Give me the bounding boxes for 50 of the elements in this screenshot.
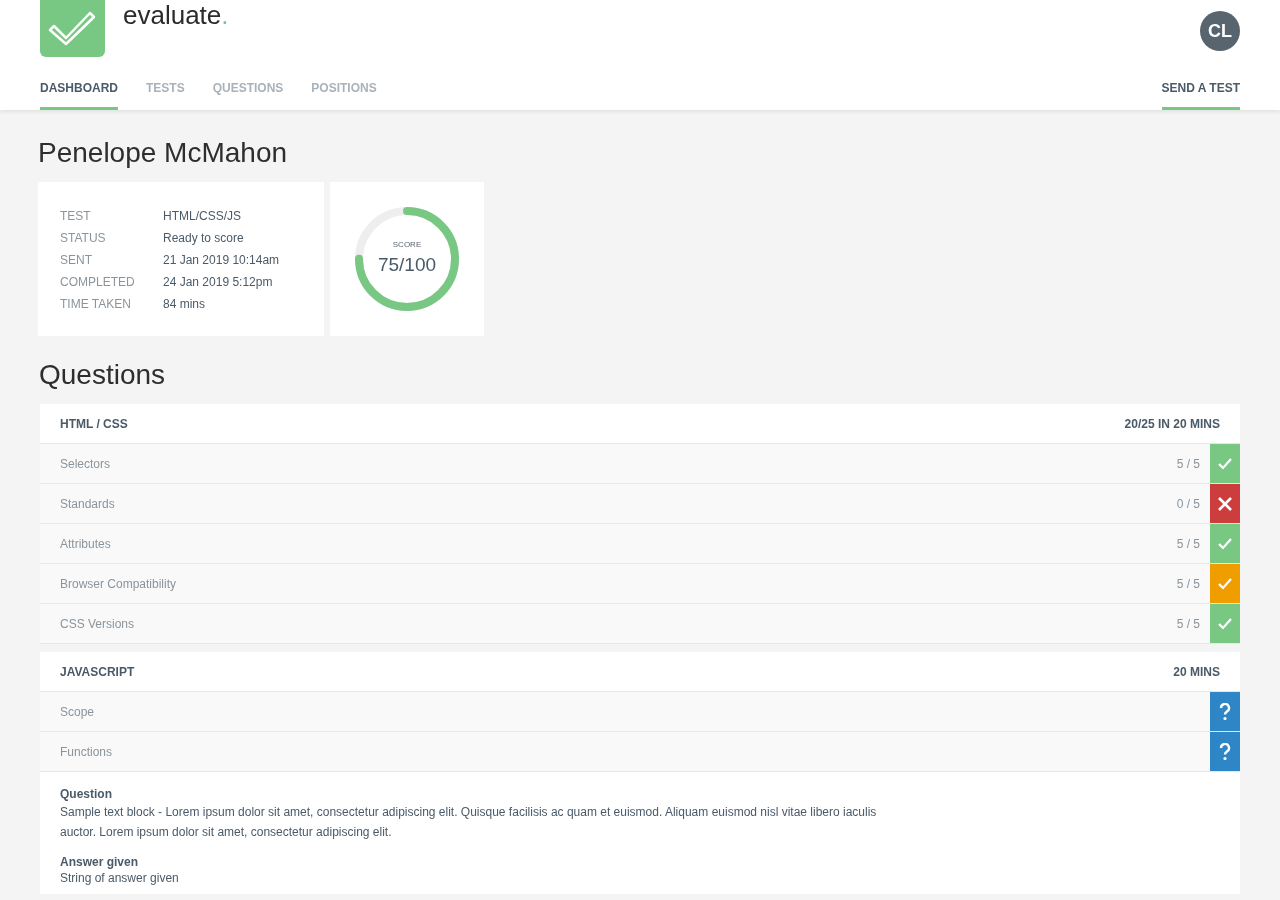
- question-icon: [1219, 742, 1231, 761]
- answer-text: String of answer given: [60, 870, 180, 886]
- section-summary: 20/25 IN 20 MINS: [1124, 415, 1220, 432]
- detail-value: 84 mins: [163, 296, 206, 312]
- nav-tab[interactable]: TESTS: [146, 70, 185, 110]
- score-label: SCORE: [392, 238, 422, 251]
- answer-label: Answer given: [60, 854, 140, 870]
- detail-label: TEST: [60, 208, 92, 224]
- question-row[interactable]: Attributes 5 / 5: [40, 524, 1240, 564]
- question-score: 5 / 5: [1176, 615, 1201, 632]
- question-row[interactable]: Standards 0 / 5: [40, 484, 1240, 524]
- questions-heading: Questions: [39, 358, 167, 392]
- question-text: Sample text block - Lorem ipsum dolor sit amet, consectetur adipiscing elit. Quisque facilisis ac quam et euismod. Aliquam euismod nisl vitae libero iaculis auctor. Lorem ipsum dolor sit amet, consectetur adipiscing elit.: [60, 804, 878, 841]
- question-score: 5 / 5: [1176, 575, 1201, 592]
- detail-value: Ready to score: [163, 230, 244, 246]
- question-row[interactable]: Scope: [40, 692, 1240, 732]
- avatar[interactable]: CL: [1200, 11, 1240, 51]
- question-score: 5 / 5: [1176, 455, 1201, 472]
- question-name: Attributes: [59, 535, 112, 552]
- detail-label: SENT: [60, 252, 93, 268]
- detail-label: TIME TAKEN: [60, 296, 132, 312]
- question-name: Browser Compatibility: [59, 575, 178, 592]
- send-test-link[interactable]: SEND A TEST: [1161, 70, 1240, 110]
- question-row[interactable]: Browser Compatibility 5 / 5: [40, 564, 1240, 604]
- question-name: Selectors: [59, 455, 112, 472]
- section-summary: 20 MINS: [1173, 663, 1220, 680]
- section-title: HTML / CSS: [60, 415, 128, 432]
- detail-label: COMPLETED: [60, 274, 136, 290]
- brand-name: evaluate.: [123, 0, 229, 32]
- question-row[interactable]: Functions: [40, 732, 1240, 772]
- question-name: Scope: [59, 703, 96, 720]
- detail-value: 24 Jan 2019 5:12pm: [163, 274, 273, 290]
- question-score: 0 / 5: [1176, 495, 1201, 512]
- question-name: Standards: [59, 495, 116, 512]
- section-title: JAVASCRIPT: [60, 663, 135, 680]
- detail-value: HTML/CSS/JS: [163, 208, 241, 224]
- nav-tab[interactable]: DASHBOARD: [40, 70, 118, 110]
- question-row[interactable]: Selectors 5 / 5: [40, 444, 1240, 484]
- score-value: 75/100: [377, 252, 437, 277]
- question-label: Question: [60, 786, 113, 802]
- detail-value: 21 Jan 2019 10:14am: [163, 252, 280, 268]
- question-row[interactable]: CSS Versions 5 / 5: [40, 604, 1240, 644]
- question-icon: [1219, 702, 1231, 721]
- question-score: 5 / 5: [1176, 535, 1201, 552]
- nav-tab[interactable]: QUESTIONS: [212, 70, 284, 110]
- detail-label: STATUS: [60, 230, 107, 246]
- nav-tab[interactable]: POSITIONS: [311, 70, 377, 110]
- question-name: Functions: [59, 743, 114, 760]
- candidate-name: Penelope McMahon: [38, 136, 289, 170]
- question-name: CSS Versions: [59, 615, 136, 632]
